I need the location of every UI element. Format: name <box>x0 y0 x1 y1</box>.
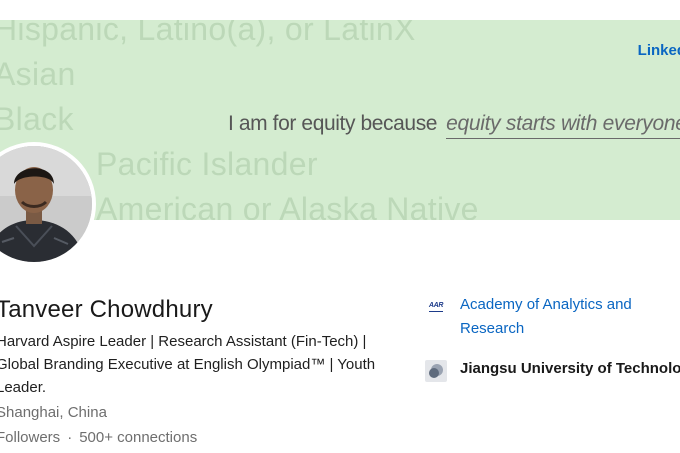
equity-lead: I am for equity because <box>228 112 438 135</box>
banner-bg-word: Asian <box>0 56 76 92</box>
banner-bg-word: Black <box>0 101 74 137</box>
banner-bg-word: Hispanic, Latino(a), or LatinX <box>0 20 416 47</box>
person-photo-icon <box>0 146 92 262</box>
equity-rest: equity starts with everyone <box>446 112 680 139</box>
organization-logo-icon: AAR <box>425 296 447 318</box>
org-academy[interactable]: AAR Academy of Analytics and Research <box>425 293 670 341</box>
profile-name: Tanveer Chowdhury <box>0 296 213 323</box>
university-emblem-icon <box>429 364 443 378</box>
banner-bg-word: Pacific Islander <box>96 146 318 182</box>
banner-bg-word: American or Alaska Native <box>96 191 479 220</box>
org-university[interactable]: Jiangsu University of Technology <box>425 357 680 382</box>
profile-page: Hispanic, Latino(a), or LatinX Asian Bla… <box>0 0 680 453</box>
equity-statement: I am for equity because equity starts wi… <box>228 112 680 139</box>
profile-location: Shanghai, China <box>0 404 107 421</box>
org-logo-text: AAR <box>428 302 443 312</box>
separator: · <box>67 429 73 446</box>
brand-logo: Linked <box>637 42 680 59</box>
profile-banner: Hispanic, Latino(a), or LatinX Asian Bla… <box>0 20 680 220</box>
org-name[interactable]: Academy of Analytics and Research <box>460 293 670 341</box>
profile-network: Followers · 500+ connections <box>0 429 197 446</box>
university-logo-icon <box>425 360 447 382</box>
top-strip <box>0 0 680 20</box>
avatar-photo <box>0 146 92 262</box>
org-name[interactable]: Jiangsu University of Technology <box>460 357 680 381</box>
profile-headline: Harvard Aspire Leader | Research Assista… <box>0 333 376 396</box>
followers-link[interactable]: Followers <box>0 429 60 446</box>
connections-link[interactable]: 500+ connections <box>79 429 197 446</box>
